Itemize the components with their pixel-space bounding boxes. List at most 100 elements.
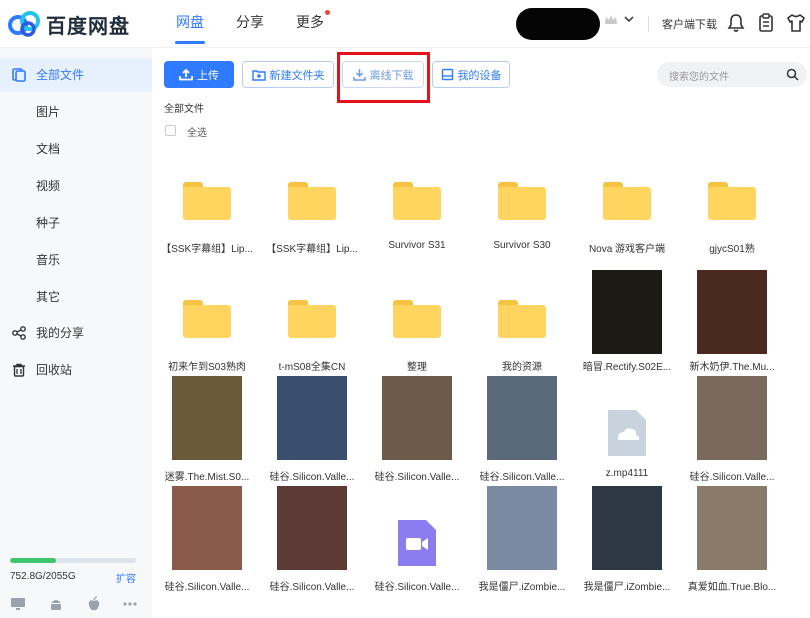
file-item[interactable]: 真爱如血.True.Blo...: [680, 486, 784, 606]
file-item[interactable]: 硅谷.Silicon.Valle...: [260, 486, 364, 606]
cloud-file-icon: [608, 410, 646, 456]
desktop-icon[interactable]: [10, 596, 26, 612]
storage-quota-text: 752.8G/2055G: [10, 571, 76, 582]
folder-icon: [708, 182, 756, 220]
file-item[interactable]: 整理: [365, 276, 469, 386]
nav-tab-share[interactable]: 分享: [220, 0, 280, 48]
video-file-icon: [398, 520, 436, 566]
device-icon: [441, 68, 453, 81]
file-name: 硅谷.Silicon.Valle...: [479, 472, 565, 482]
file-item[interactable]: 【SSK字幕组】Lip...: [155, 158, 259, 268]
file-item[interactable]: Nova 游戏客户端: [575, 158, 679, 268]
file-item[interactable]: 初来乍到S03熟肉: [155, 276, 259, 386]
new-folder-button[interactable]: 新建文件夹: [242, 61, 334, 88]
folder-icon: [288, 182, 336, 220]
sidebar-item-recycle-bin[interactable]: 回收站: [0, 353, 152, 387]
video-thumbnail: [382, 376, 452, 460]
new-folder-icon: [251, 69, 266, 81]
file-item[interactable]: t-mS08全集CN: [260, 276, 364, 386]
file-name: 我是僵尸.iZombie...: [478, 582, 566, 592]
file-item[interactable]: 硅谷.Silicon.Valle...: [155, 486, 259, 606]
search-placeholder: 搜索您的文件: [669, 72, 729, 83]
file-name: 硅谷.Silicon.Valle...: [164, 582, 250, 592]
select-all-checkbox[interactable]: [165, 125, 176, 136]
folder-icon: [498, 300, 546, 338]
sidebar-item-images[interactable]: 图片: [0, 95, 152, 129]
header-divider: [648, 16, 649, 32]
sidebar-item-label: 回收站: [36, 363, 73, 377]
file-name: 初来乍到S03熟肉: [168, 362, 246, 372]
file-name: gjycS01熟: [709, 244, 755, 254]
file-item[interactable]: 暗冒.Rectify.S02E...: [575, 270, 679, 386]
sidebar-item-music[interactable]: 音乐: [0, 243, 152, 277]
folder-icon: [183, 182, 231, 220]
file-name: t-mS08全集CN: [278, 362, 346, 372]
notification-dot: [325, 10, 330, 15]
sidebar-item-videos[interactable]: 视频: [0, 169, 152, 203]
folder-icon: [498, 182, 546, 220]
file-name: 硅谷.Silicon.Valle...: [269, 582, 355, 592]
sidebar-item-documents[interactable]: 文档: [0, 132, 152, 166]
breadcrumb[interactable]: 全部文件: [164, 100, 204, 115]
nav-tab-more[interactable]: 更多: [280, 0, 340, 48]
select-all-label: 全选: [187, 128, 207, 139]
client-download-link[interactable]: 客户端下载: [662, 16, 717, 32]
search-input[interactable]: 搜索您的文件: [657, 62, 807, 87]
android-icon[interactable]: [48, 596, 64, 612]
file-item[interactable]: 迷雾.The.Mist.S0...: [155, 376, 259, 496]
video-thumbnail: [277, 486, 347, 570]
file-item[interactable]: Survivor S31: [365, 158, 469, 268]
my-devices-button-label: 我的设备: [457, 69, 502, 82]
chevron-down-icon[interactable]: [624, 14, 634, 24]
more-icon[interactable]: [122, 596, 138, 612]
file-name: 【SSK字幕组】Lip...: [266, 244, 358, 254]
file-item[interactable]: 硅谷.Silicon.Valle...: [680, 376, 784, 496]
file-item[interactable]: 新木奶伊.The.Mu...: [680, 270, 784, 386]
file-item[interactable]: gjycS01熟: [680, 158, 784, 268]
sidebar-item-label: 视频: [36, 179, 61, 193]
storage-quota-bar: [10, 558, 136, 563]
file-item[interactable]: 硅谷.Silicon.Valle...: [365, 496, 469, 606]
logo[interactable]: 百度网盘: [8, 8, 130, 40]
bell-icon[interactable]: [726, 12, 746, 34]
file-name: 暗冒.Rectify.S02E...: [582, 362, 672, 372]
video-thumbnail: [487, 376, 557, 460]
file-item[interactable]: 【SSK字幕组】Lip...: [260, 158, 364, 268]
annotation-highlight-box: [337, 52, 430, 103]
storage-quota-fill: [10, 558, 57, 563]
file-grid: 【SSK字幕组】Lip... 【SSK字幕组】Lip... Survivor S31…: [155, 158, 810, 618]
expand-storage-link[interactable]: 扩容: [116, 570, 136, 585]
search-icon[interactable]: [786, 68, 799, 81]
folder-icon: [393, 300, 441, 338]
file-item[interactable]: 我的资源: [470, 276, 574, 386]
file-item[interactable]: 硅谷.Silicon.Valle...: [260, 376, 364, 496]
file-name: Survivor S31: [388, 240, 446, 251]
file-item[interactable]: 我是僵尸.iZombie...: [470, 486, 574, 606]
my-devices-button[interactable]: 我的设备: [432, 61, 510, 88]
file-item[interactable]: Survivor S30: [470, 158, 574, 268]
file-item[interactable]: 我是僵尸.iZombie...: [575, 486, 679, 606]
file-name: Survivor S30: [493, 240, 551, 251]
file-name: 硅谷.Silicon.Valle...: [689, 472, 775, 482]
vip-crown-icon: [605, 15, 617, 24]
file-item[interactable]: 硅谷.Silicon.Valle...: [365, 376, 469, 496]
logo-text: 百度网盘: [46, 15, 130, 38]
file-name: 我是僵尸.iZombie...: [583, 582, 671, 592]
apple-icon[interactable]: [86, 596, 102, 612]
tshirt-icon[interactable]: [786, 12, 806, 34]
file-item[interactable]: 硅谷.Silicon.Valle...: [470, 376, 574, 496]
sidebar-item-other[interactable]: 其它: [0, 280, 152, 314]
sidebar-item-my-shares[interactable]: 我的分享: [0, 316, 152, 350]
folder-icon: [183, 300, 231, 338]
file-item[interactable]: z.mp4111: [575, 386, 679, 496]
sidebar-item-all-files[interactable]: 全部文件: [0, 58, 152, 92]
nav-tab-netdisk[interactable]: 网盘: [160, 0, 220, 48]
clipboard-icon[interactable]: [756, 12, 776, 34]
user-avatar[interactable]: [516, 8, 600, 40]
file-name: 硅谷.Silicon.Valle...: [269, 472, 355, 482]
upload-button[interactable]: 上传: [164, 61, 234, 88]
video-thumbnail: [172, 376, 242, 460]
sidebar-item-torrents[interactable]: 种子: [0, 206, 152, 240]
file-name: 新木奶伊.The.Mu...: [689, 362, 775, 372]
file-name: Nova 游戏客户端: [588, 244, 666, 254]
